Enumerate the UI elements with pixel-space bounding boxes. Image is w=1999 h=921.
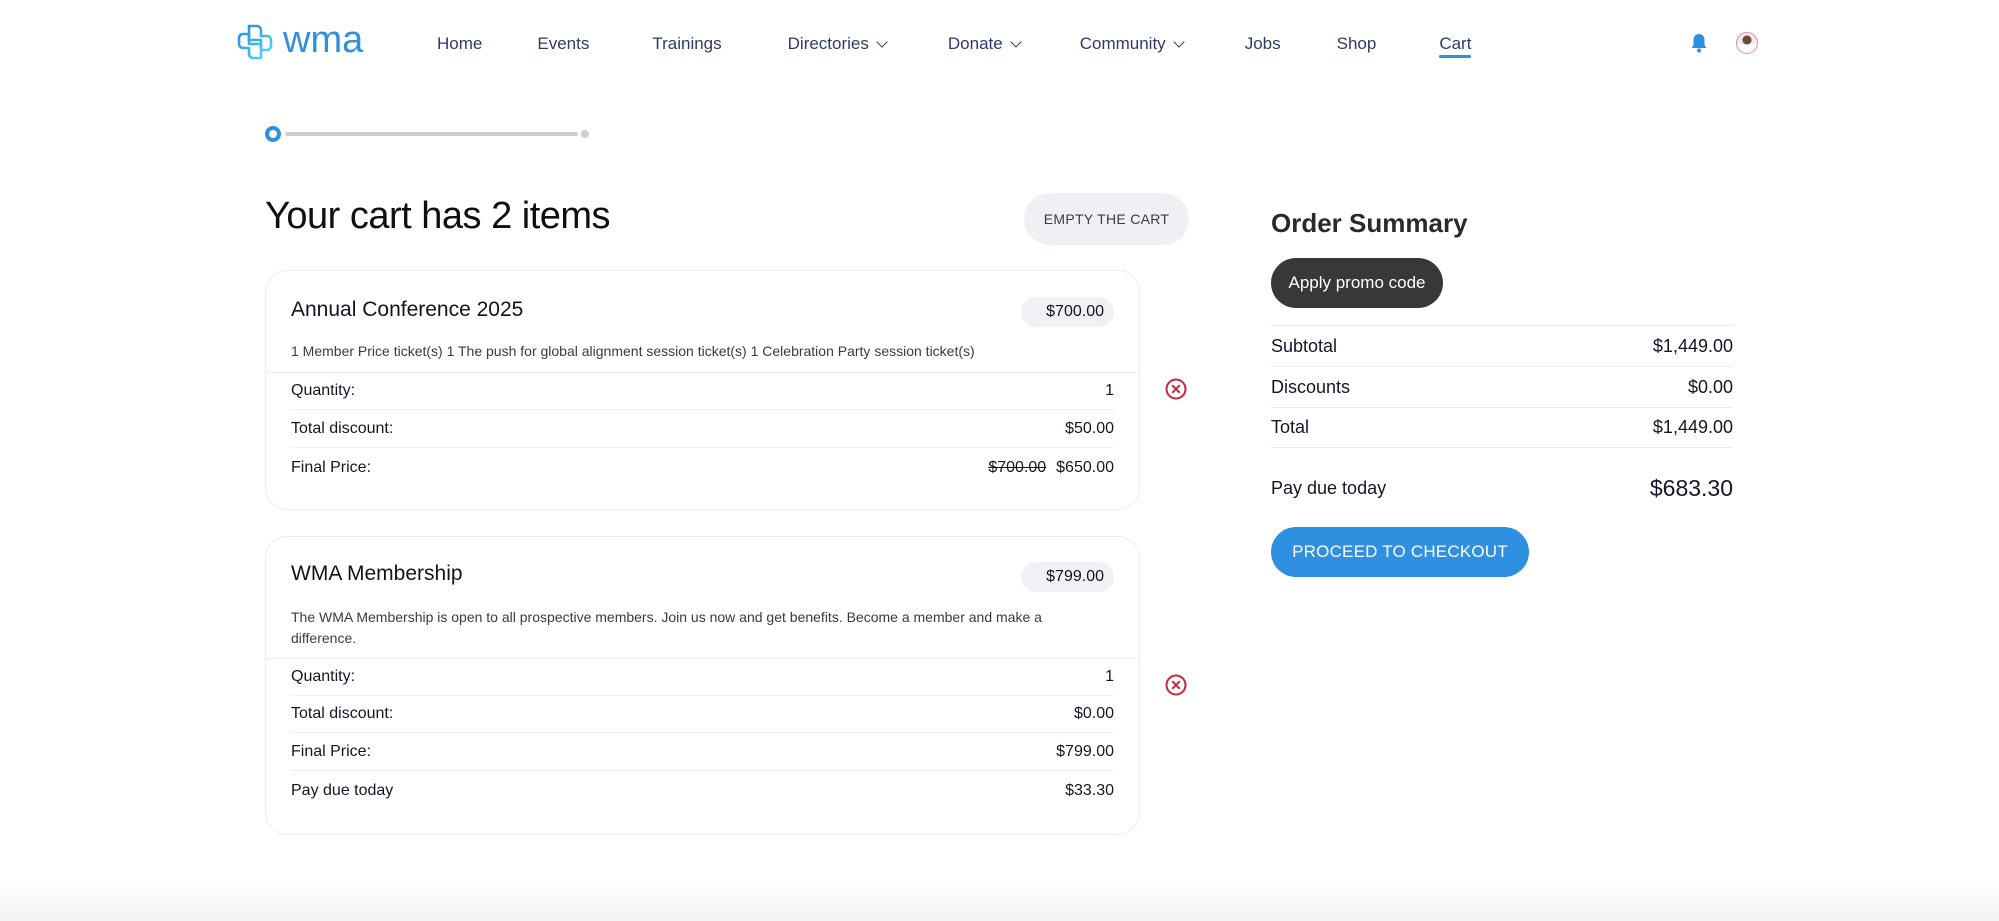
- row-label: Final Price:: [291, 458, 372, 476]
- item-name: WMA Membership: [291, 562, 463, 585]
- progress-track: [285, 132, 578, 136]
- subtotal-value: $1,449.00: [1652, 335, 1733, 356]
- quantity-value: 1: [1105, 382, 1114, 399]
- cross-logo-icon: [237, 24, 273, 60]
- nav-label: Jobs: [1244, 34, 1281, 53]
- final-price-row: Final Price: $799.00: [291, 734, 1114, 771]
- total-row: Total $1,449.00: [1271, 407, 1733, 448]
- nav-label: Community: [1079, 34, 1166, 53]
- order-summary-title: Order Summary: [1271, 208, 1468, 238]
- row-label: Total: [1271, 417, 1310, 437]
- discount-row: Total discount: $0.00: [291, 696, 1114, 733]
- discount-value: $0.00: [1073, 705, 1114, 722]
- chevron-down-icon: [1010, 35, 1022, 48]
- step-next: [581, 130, 589, 138]
- cart-item: WMA Membership $799.00 The WMA Membershi…: [265, 536, 1140, 835]
- final-price-value: $650.00: [1056, 458, 1114, 476]
- nav-label: Events: [537, 34, 590, 53]
- nav-donate[interactable]: Donate: [947, 0, 1022, 88]
- discount-value: $50.00: [1065, 420, 1114, 437]
- original-price: $700.00: [988, 458, 1047, 476]
- remove-item-icon[interactable]: [1165, 378, 1187, 400]
- nav-directories[interactable]: Directories: [787, 0, 888, 88]
- pay-due-today-row: Pay due today $683.30: [1271, 470, 1733, 506]
- step-current: [265, 126, 281, 142]
- discounts-value: $0.00: [1687, 376, 1733, 397]
- row-label: Total discount:: [291, 705, 394, 722]
- item-price-badge: $799.00: [1021, 562, 1114, 592]
- apply-promo-button[interactable]: Apply promo code: [1271, 258, 1443, 308]
- row-label: Total discount:: [291, 420, 394, 437]
- discounts-row: Discounts $0.00: [1271, 366, 1733, 407]
- row-label: Quantity:: [291, 382, 356, 399]
- item-description: 1 Member Price ticket(s) 1 The push for …: [291, 343, 975, 359]
- nav-label: Trainings: [652, 34, 722, 53]
- nav-label: Donate: [947, 34, 1003, 53]
- chevron-down-icon: [1173, 35, 1185, 48]
- total-value: $1,449.00: [1652, 417, 1733, 437]
- pay-due-row: Pay due today $33.30: [291, 772, 1114, 809]
- quantity-value: 1: [1105, 668, 1114, 685]
- pay-due-value: $683.30: [1649, 474, 1733, 501]
- page-title: Your cart has 2 items: [265, 195, 611, 237]
- empty-cart-button[interactable]: EMPTY THE CART: [1024, 193, 1189, 245]
- row-label: Discounts: [1271, 376, 1351, 397]
- cart-item: Annual Conference 2025 $700.00 1 Member …: [265, 270, 1140, 510]
- nav-label: Cart: [1439, 34, 1472, 53]
- pay-due-value: $33.30: [1065, 781, 1114, 799]
- nav-label: Shop: [1336, 34, 1377, 53]
- nav-shop[interactable]: Shop: [1337, 0, 1377, 88]
- nav-label: Directories: [787, 34, 869, 53]
- proceed-to-checkout-button[interactable]: PROCEED TO CHECKOUT: [1271, 527, 1529, 577]
- bell-icon[interactable]: [1690, 33, 1708, 53]
- final-price-row: Final Price: $700.00 $650.00: [291, 449, 1114, 486]
- top-navigation: wma Home Events Trainings Directories Do…: [0, 0, 1999, 88]
- page-bottom-fade: [0, 881, 1999, 921]
- row-label: Pay due today: [291, 781, 394, 799]
- checkout-progress: [265, 125, 595, 143]
- subtotal-row: Subtotal $1,449.00: [1271, 325, 1733, 366]
- row-label: Subtotal: [1271, 335, 1338, 356]
- nav-cart[interactable]: Cart: [1439, 0, 1472, 88]
- final-price-values: $700.00 $650.00: [988, 459, 1114, 477]
- nav-jobs[interactable]: Jobs: [1245, 0, 1281, 88]
- pay-due-label: Pay due today: [1271, 477, 1387, 498]
- main-nav: Home Events Trainings Directories Donate…: [437, 0, 1472, 88]
- remove-item-icon[interactable]: [1165, 674, 1187, 696]
- quantity-row: Quantity: 1: [291, 659, 1114, 696]
- nav-home[interactable]: Home: [437, 0, 482, 88]
- chevron-down-icon: [876, 35, 888, 48]
- nav-community[interactable]: Community: [1079, 0, 1185, 88]
- item-price-badge: $700.00: [1021, 297, 1114, 327]
- item-name: Annual Conference 2025: [291, 298, 524, 321]
- avatar[interactable]: [1736, 32, 1758, 54]
- discount-row: Total discount: $50.00: [291, 411, 1114, 448]
- row-label: Final Price:: [291, 743, 372, 760]
- item-description: The WMA Membership is open to all prospe…: [291, 609, 1042, 646]
- nav-label: Home: [437, 34, 483, 53]
- wma-logo[interactable]: wma: [235, 19, 364, 62]
- nav-events[interactable]: Events: [537, 0, 589, 88]
- final-price-value: $799.00: [1056, 743, 1114, 760]
- logo-text: wma: [283, 19, 364, 61]
- nav-trainings[interactable]: Trainings: [652, 0, 721, 88]
- quantity-row: Quantity: 1: [291, 373, 1114, 410]
- row-label: Quantity:: [291, 668, 356, 685]
